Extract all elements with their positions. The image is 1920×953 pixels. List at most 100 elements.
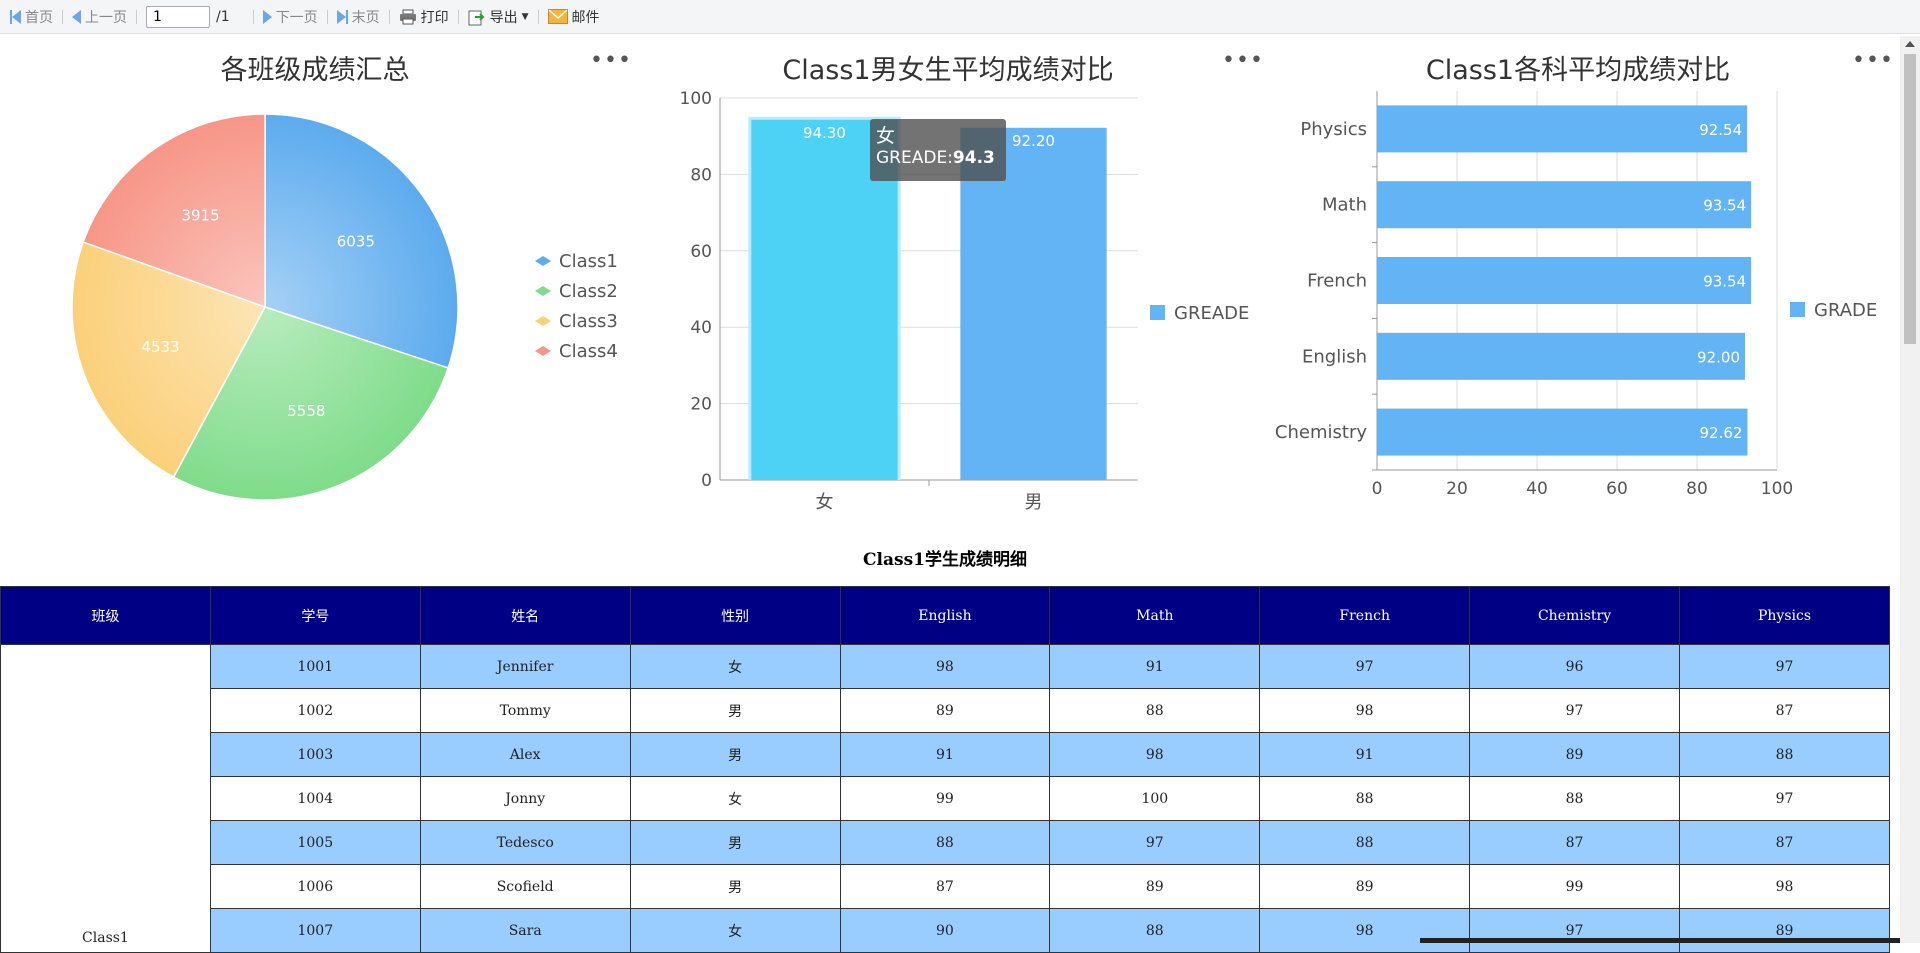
- export-button[interactable]: 导出 ▼: [462, 3, 535, 31]
- legend-label[interactable]: Class1: [559, 251, 618, 272]
- table-cell: Tommy: [419, 688, 631, 733]
- tooltip-value: 94.3: [952, 148, 995, 168]
- bar[interactable]: [1377, 257, 1752, 304]
- dropdown-caret-icon: ▼: [521, 11, 529, 22]
- mail-button[interactable]: 邮件: [542, 3, 606, 31]
- next-page-button[interactable]: 下一页: [257, 3, 324, 31]
- print-button[interactable]: 打印: [393, 3, 455, 31]
- table-header-row: 班级 学号 姓名 性别 English Math French Chemistry Physic…: [0, 586, 1890, 645]
- table-cell: 男: [629, 732, 841, 777]
- table-cell: Sara: [419, 908, 631, 953]
- y-tick-label: Chemistry: [1275, 422, 1367, 443]
- table-cell: 1001: [209, 644, 421, 689]
- page-total: /1: [216, 8, 230, 25]
- bar-value-label: 93.54: [1703, 197, 1746, 215]
- last-page-button[interactable]: 末页: [331, 3, 386, 31]
- table-cell: 98: [1049, 732, 1261, 777]
- legend-label[interactable]: Class2: [559, 281, 618, 302]
- table-cell: Jonny: [419, 776, 631, 821]
- x-tick-label: 男: [1025, 492, 1043, 513]
- last-page-label: 末页: [351, 9, 380, 26]
- table-cell: 90: [839, 908, 1051, 953]
- table-row: 1003 Alex 男 91 98 91 89 88: [1, 732, 1890, 777]
- y-tick-label: French: [1307, 271, 1367, 292]
- printer-icon: [399, 9, 416, 24]
- class-cell: Class1: [0, 644, 211, 953]
- bar[interactable]: [1377, 332, 1745, 380]
- column-header: 学号: [209, 586, 421, 645]
- toolbar-divider: [388, 9, 390, 24]
- table-cell: 97: [1469, 908, 1680, 953]
- vertical-scrollbar[interactable]: [1900, 36, 1920, 943]
- pie-value-label: 6035: [337, 233, 375, 251]
- table-cell: 女: [629, 908, 841, 953]
- bar[interactable]: [1377, 408, 1748, 456]
- bar-value-label: 93.54: [1703, 273, 1746, 291]
- table-cell: 99: [1469, 864, 1680, 909]
- scroll-up-icon[interactable]: [1905, 41, 1915, 47]
- table-cell: Tedesco: [419, 820, 631, 865]
- table-cell: 89: [1049, 864, 1261, 909]
- toolbar-divider: [62, 9, 63, 24]
- legend-label[interactable]: Class4: [559, 341, 618, 362]
- legend-label[interactable]: GREADE: [1174, 303, 1249, 324]
- first-page-label: 首页: [25, 9, 53, 26]
- table-cell: 89: [1679, 908, 1890, 953]
- x-tick-label: 60: [1606, 479, 1628, 499]
- table-cell: 男: [629, 864, 841, 909]
- table-cell: 男: [629, 688, 841, 733]
- y-tick-label: 20: [690, 395, 712, 415]
- subject-chart-more-icon[interactable]: •••: [1852, 50, 1894, 72]
- export-label: 导出: [489, 9, 518, 26]
- table-cell: 97: [1259, 644, 1471, 689]
- table-row: 1002 Tommy 男 89 88 98 97 87: [1, 688, 1890, 733]
- last-page-icon: [336, 9, 348, 24]
- table-cell: 88: [1259, 820, 1471, 865]
- mail-icon: [547, 9, 568, 24]
- toolbar-divider: [136, 9, 137, 24]
- toolbar-divider: [326, 9, 328, 24]
- table-cell: 98: [1259, 908, 1471, 953]
- table-cell: 87: [839, 864, 1051, 909]
- subject-bar-chart: 0 20 40 60 80 100 92.54 Physics 93.54 Math 93.54 Fr…: [1275, 91, 1877, 499]
- first-page-button[interactable]: 首页: [4, 3, 59, 31]
- bar[interactable]: [1377, 105, 1748, 153]
- table-cell: 91: [1259, 732, 1471, 777]
- table-cell: 89: [1469, 732, 1680, 777]
- table-title: Class1学生成绩明细: [863, 550, 1027, 570]
- print-label: 打印: [420, 9, 449, 26]
- table-cell: 男: [629, 820, 841, 865]
- table-row: Class1 1001 Jennifer 女 98 91 97 96 97: [0, 644, 1890, 953]
- scrollbar-thumb[interactable]: [1904, 54, 1916, 344]
- legend-label[interactable]: GRADE: [1814, 300, 1877, 321]
- pie-chart-more-icon[interactable]: •••: [590, 50, 632, 72]
- y-tick-label: 80: [690, 165, 712, 185]
- table-cell: 100: [1049, 776, 1261, 821]
- legend-marker-icon: [535, 316, 551, 326]
- x-tick-label: 0: [1372, 479, 1383, 499]
- legend-label[interactable]: Class3: [559, 311, 618, 332]
- column-header: English: [839, 586, 1051, 645]
- y-tick-label: 60: [690, 242, 712, 262]
- legend-marker-icon: [1790, 302, 1805, 317]
- column-header: Math: [1049, 586, 1261, 645]
- table-cell: 1005: [209, 820, 421, 865]
- legend-marker-icon: [535, 256, 551, 266]
- horizontal-scrollbar[interactable]: [1420, 938, 1900, 943]
- column-header: 性别: [629, 586, 841, 645]
- prev-page-button[interactable]: 上一页: [66, 3, 133, 31]
- column-header: Physics: [1679, 586, 1890, 645]
- table-cell: 女: [629, 776, 841, 821]
- y-tick-label: Physics: [1300, 119, 1367, 140]
- table-cell: 97: [1679, 776, 1890, 821]
- table-cell: 87: [1679, 688, 1890, 733]
- table-cell: Alex: [419, 732, 631, 777]
- score-table: 班级 学号 姓名 性别 English Math French Chemistry Physic…: [0, 586, 1890, 953]
- toolbar-divider: [457, 9, 459, 24]
- tooltip-category: 女: [876, 125, 896, 147]
- x-tick-label: 女: [816, 492, 834, 513]
- bar[interactable]: [1377, 181, 1752, 229]
- gender-chart-more-icon[interactable]: •••: [1222, 50, 1264, 72]
- next-page-icon: [262, 9, 272, 24]
- page-number-input[interactable]: [146, 5, 210, 28]
